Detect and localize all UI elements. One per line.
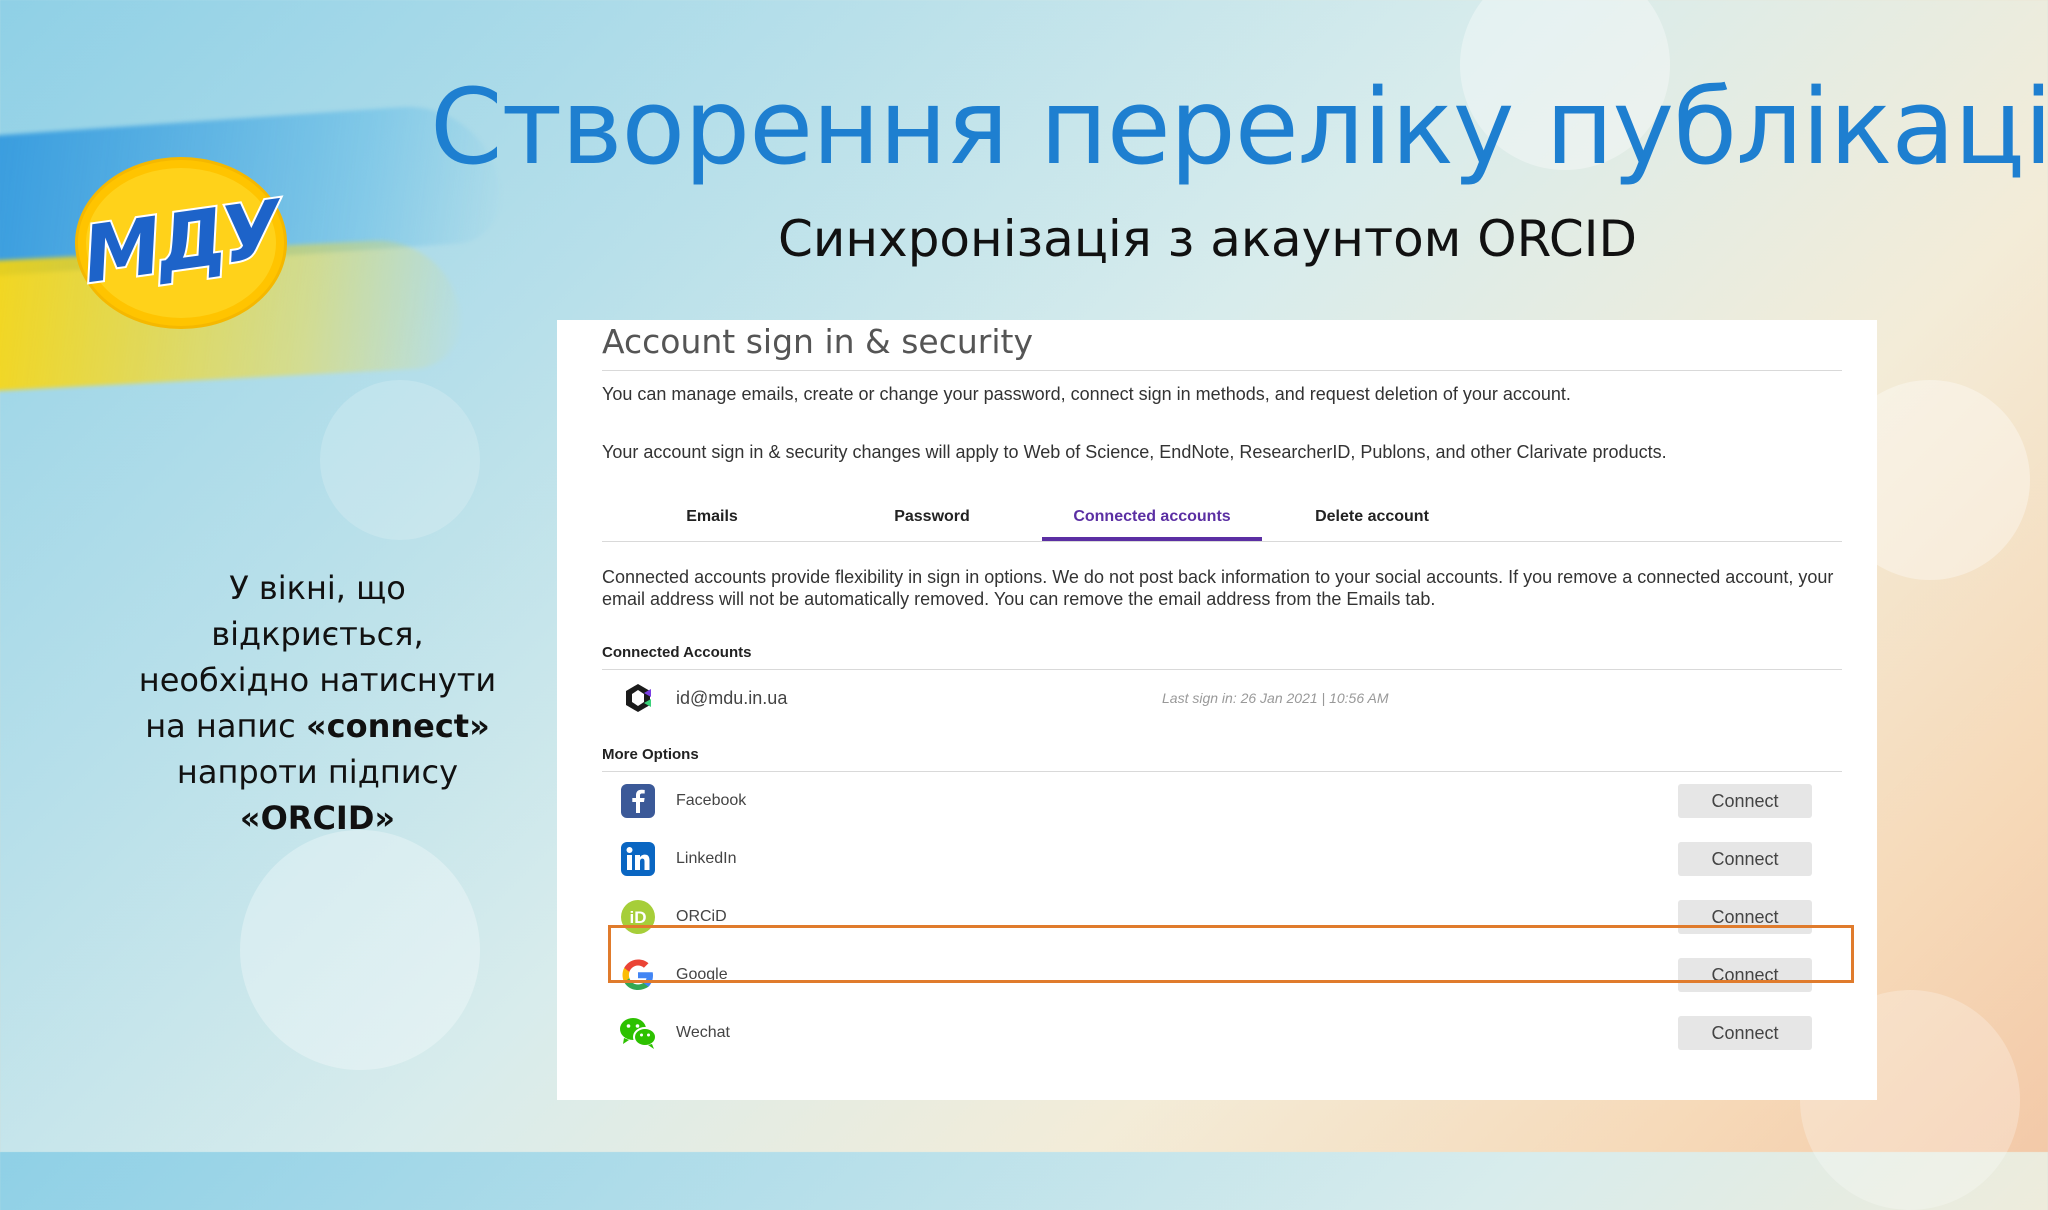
option-label: LinkedIn — [676, 850, 737, 867]
instruction-line: на напис «connect» — [120, 703, 515, 749]
tab-connected-accounts[interactable]: Connected accounts — [1042, 493, 1262, 541]
option-row-google: Google Connect — [602, 946, 1842, 1004]
wechat-icon — [618, 1013, 658, 1053]
account-description: You can manage emails, create or change … — [602, 384, 1571, 404]
svg-text:iD: iD — [630, 908, 647, 927]
slide-title: Створення переліку публікацій — [430, 66, 2048, 188]
connect-linkedin-button[interactable]: Connect — [1678, 842, 1812, 876]
instruction-line: відкриється, — [211, 615, 424, 653]
instruction-text: У вікні, що відкриється, необхідно натис… — [120, 565, 515, 841]
google-icon — [618, 955, 658, 995]
clarivate-icon — [618, 678, 658, 718]
instruction-line: У вікні, що — [229, 569, 406, 607]
logo-text: МДУ — [76, 183, 286, 303]
option-row-facebook: Facebook Connect — [602, 772, 1842, 830]
option-row-orcid: iD ORCiD Connect — [602, 888, 1842, 946]
connect-orcid-button[interactable]: Connect — [1678, 900, 1812, 934]
tab-delete-account[interactable]: Delete account — [1262, 493, 1482, 541]
linkedin-icon — [618, 839, 658, 879]
option-row-linkedin: LinkedIn Connect — [602, 830, 1842, 888]
connected-accounts-description: Connected accounts provide flexibility i… — [602, 567, 1834, 609]
tab-password[interactable]: Password — [822, 493, 1042, 541]
instruction-prefix: на напис — [145, 707, 306, 745]
account-security-screenshot: Account sign in & security You can manag… — [557, 320, 1877, 1100]
instruction-connect-word: «connect» — [305, 707, 490, 745]
connected-accounts-heading: Connected Accounts — [602, 644, 752, 661]
instruction-line: «ORCID» — [120, 795, 515, 841]
option-label: ORCiD — [676, 908, 727, 925]
option-row-wechat: Wechat Connect — [602, 1004, 1842, 1062]
account-page-title: Account sign in & security — [602, 322, 1033, 361]
last-sign-in: Last sign in: 26 Jan 2021 | 10:56 AM — [1162, 690, 1389, 706]
orcid-icon: iD — [618, 897, 658, 937]
connect-facebook-button[interactable]: Connect — [1678, 784, 1812, 818]
option-label: Google — [676, 966, 728, 983]
divider — [602, 370, 1842, 371]
facebook-icon — [618, 781, 658, 821]
connect-google-button[interactable]: Connect — [1678, 958, 1812, 992]
option-label: Facebook — [676, 792, 747, 809]
connect-wechat-button[interactable]: Connect — [1678, 1016, 1812, 1050]
instruction-line: напроти підпису — [176, 753, 459, 791]
account-tabs: Emails Password Connected accounts Delet… — [602, 493, 1842, 542]
instruction-line: необхідно натиснути — [138, 661, 497, 699]
slide-subtitle: Синхронізація з акаунтом ORCID — [778, 210, 1638, 268]
tab-emails[interactable]: Emails — [602, 493, 822, 541]
university-logo: МДУ — [76, 160, 286, 326]
account-products-note: Your account sign in & security changes … — [602, 442, 1667, 462]
connected-account-row: id@mdu.in.ua Last sign in: 26 Jan 2021 |… — [602, 670, 1842, 726]
more-options-heading: More Options — [602, 746, 699, 763]
instruction-orcid-word: «ORCID» — [239, 799, 396, 837]
connected-account-email: id@mdu.in.ua — [676, 687, 788, 708]
option-label: Wechat — [676, 1024, 730, 1041]
